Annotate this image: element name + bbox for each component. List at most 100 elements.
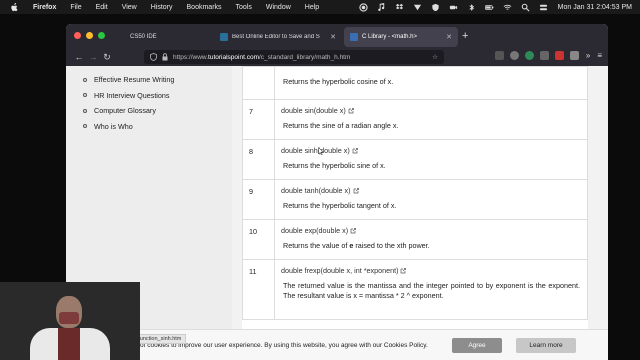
forward-icon[interactable]: → bbox=[86, 52, 100, 62]
close-window-button[interactable] bbox=[74, 32, 81, 39]
tab-c-library-math[interactable]: C Library - <math.h> ✕ bbox=[344, 27, 458, 47]
row-description-cell: double frexp(double x, int *exponent) Th… bbox=[274, 259, 588, 320]
table-row: 9 double tanh(double x) Returns the hype… bbox=[242, 179, 588, 220]
window-controls bbox=[74, 32, 110, 39]
sidebar-item-label: HR Interview Questions bbox=[94, 90, 170, 100]
table-row: 11 double frexp(double x, int *exponent)… bbox=[242, 259, 588, 320]
bullet-icon bbox=[83, 77, 87, 82]
function-signature-link[interactable]: double exp(double x) bbox=[281, 226, 580, 235]
function-description: The returned value is the mantissa and t… bbox=[283, 281, 580, 300]
table-row: Returns the hyperbolic cosine of x. bbox=[242, 66, 588, 100]
learn-more-button[interactable]: Learn more bbox=[516, 338, 576, 353]
tab-label: Best Online Editor to Save and S bbox=[232, 34, 320, 40]
function-signature-link[interactable]: double tanh(double x) bbox=[281, 186, 580, 195]
function-description: Returns the hyperbolic cosine of x. bbox=[283, 77, 394, 86]
function-description: Returns the hyperbolic sine of x. bbox=[283, 161, 386, 170]
function-signature: double sinh(double x) bbox=[281, 146, 350, 155]
tab-online-editor[interactable]: Best Online Editor to Save and S ✕ bbox=[214, 27, 342, 47]
agree-button[interactable]: Agree bbox=[452, 338, 502, 353]
overflow-icon[interactable]: » bbox=[586, 51, 590, 60]
menu-icon[interactable]: ≡ bbox=[597, 51, 602, 60]
menu-history[interactable]: History bbox=[151, 4, 173, 11]
zoom-window-button[interactable] bbox=[98, 32, 105, 39]
menu-tools[interactable]: Tools bbox=[236, 4, 252, 11]
sidebar-item-resume-writing[interactable]: Effective Resume Writing bbox=[66, 72, 232, 88]
extension-icon[interactable] bbox=[524, 51, 534, 60]
camera-icon[interactable] bbox=[449, 3, 458, 12]
back-icon[interactable]: ← bbox=[72, 52, 86, 62]
table-row: 8 double sinh(double x) Returns the hype… bbox=[242, 139, 588, 180]
menu-view[interactable]: View bbox=[122, 4, 137, 11]
url-host: tutorialspoint.com bbox=[208, 53, 259, 61]
tab-label: CS50 IDE bbox=[130, 34, 157, 40]
menu-help[interactable]: Help bbox=[305, 4, 319, 11]
function-description: Returns the value of e raised to the xth… bbox=[281, 241, 580, 251]
row-number: 11 bbox=[242, 259, 275, 320]
dropbox-icon[interactable] bbox=[395, 3, 404, 12]
table-row: 10 double exp(double x) Returns the valu… bbox=[242, 219, 588, 260]
row-number: 8 bbox=[242, 139, 275, 180]
bullet-icon bbox=[83, 93, 87, 98]
triangle-icon[interactable] bbox=[413, 3, 422, 12]
apple-icon[interactable] bbox=[10, 2, 19, 12]
menu-window[interactable]: Window bbox=[266, 4, 291, 11]
sidebar-item-who-is-who[interactable]: Who is Who bbox=[66, 119, 232, 135]
bluetooth-icon[interactable] bbox=[467, 3, 476, 12]
external-link-icon bbox=[353, 187, 359, 193]
pocket-icon[interactable] bbox=[494, 51, 504, 60]
tab-label: C Library - <math.h> bbox=[362, 34, 418, 40]
sidebar-item-hr-interview[interactable]: HR Interview Questions bbox=[66, 88, 232, 104]
menu-app-firefox[interactable]: Firefox bbox=[33, 4, 56, 11]
presenter-mask bbox=[59, 312, 79, 324]
row-number bbox=[242, 66, 275, 100]
function-table-container: Returns the hyperbolic cosine of x. 7 do… bbox=[242, 66, 588, 360]
function-signature-link[interactable]: double frexp(double x, int *exponent) bbox=[281, 266, 580, 275]
function-signature-link[interactable]: double sinh(double x) bbox=[281, 146, 580, 155]
control-center-icon[interactable] bbox=[539, 3, 548, 12]
presenter-scarf bbox=[58, 328, 80, 360]
close-tab-icon[interactable]: ✕ bbox=[446, 33, 452, 41]
function-signature: double frexp(double x, int *exponent) bbox=[281, 266, 399, 275]
wifi-icon[interactable] bbox=[503, 3, 512, 12]
webcam-overlay bbox=[0, 282, 140, 360]
battery-icon[interactable] bbox=[484, 3, 494, 12]
bullet-icon bbox=[83, 108, 87, 113]
function-signature: double sin(double x) bbox=[281, 106, 346, 115]
shield-icon[interactable] bbox=[431, 3, 440, 12]
bookmark-star-icon[interactable]: ☆ bbox=[432, 53, 438, 61]
row-description-cell: double sin(double x) Returns the sine of… bbox=[274, 99, 588, 140]
macos-menubar: Firefox File Edit View History Bookmarks… bbox=[0, 0, 640, 14]
extension-icon[interactable] bbox=[569, 51, 579, 60]
site-favicon-icon bbox=[350, 33, 358, 41]
menu-edit[interactable]: Edit bbox=[96, 4, 108, 11]
music-icon[interactable] bbox=[377, 2, 386, 12]
minimize-window-button[interactable] bbox=[86, 32, 93, 39]
search-icon[interactable] bbox=[521, 3, 530, 12]
function-signature-link[interactable]: double sin(double x) bbox=[281, 106, 580, 115]
menubar-clock[interactable]: Mon Jan 31 2:04:53 PM bbox=[558, 4, 632, 11]
row-number: 9 bbox=[242, 179, 275, 220]
navigation-bar: ← → ↻ https://www. tutorialspoint.com/c_s… bbox=[66, 48, 608, 66]
external-link-icon bbox=[348, 107, 354, 113]
tab-cs50-ide[interactable]: CS50 IDE bbox=[116, 27, 212, 47]
extension-icon[interactable] bbox=[554, 51, 564, 60]
new-tab-icon[interactable]: + bbox=[462, 30, 468, 42]
shield-icon[interactable] bbox=[150, 53, 157, 61]
reload-icon[interactable]: ↻ bbox=[100, 52, 114, 63]
screen-record-icon[interactable] bbox=[359, 2, 368, 12]
page-content: Effective Resume Writing HR Interview Qu… bbox=[66, 66, 608, 360]
menu-bookmarks[interactable]: Bookmarks bbox=[187, 4, 222, 11]
row-description-cell: Returns the hyperbolic cosine of x. bbox=[274, 66, 588, 100]
account-icon[interactable] bbox=[509, 51, 519, 60]
sidebar-item-computer-glossary[interactable]: Computer Glossary bbox=[66, 103, 232, 119]
menu-file[interactable]: File bbox=[70, 4, 81, 11]
function-signature: double exp(double x) bbox=[281, 226, 349, 235]
close-tab-icon[interactable]: ✕ bbox=[330, 33, 336, 41]
lock-icon[interactable] bbox=[162, 53, 168, 61]
extension-icon[interactable] bbox=[539, 51, 549, 60]
sidebar-item-label: Effective Resume Writing bbox=[94, 75, 175, 85]
table-row: 7 double sin(double x) Returns the sine … bbox=[242, 99, 588, 140]
function-description: Returns the hyperbolic tangent of x. bbox=[283, 201, 397, 210]
status-icons: Mon Jan 31 2:04:53 PM bbox=[350, 2, 632, 12]
url-bar[interactable]: https://www. tutorialspoint.com/c_standar… bbox=[144, 50, 444, 64]
